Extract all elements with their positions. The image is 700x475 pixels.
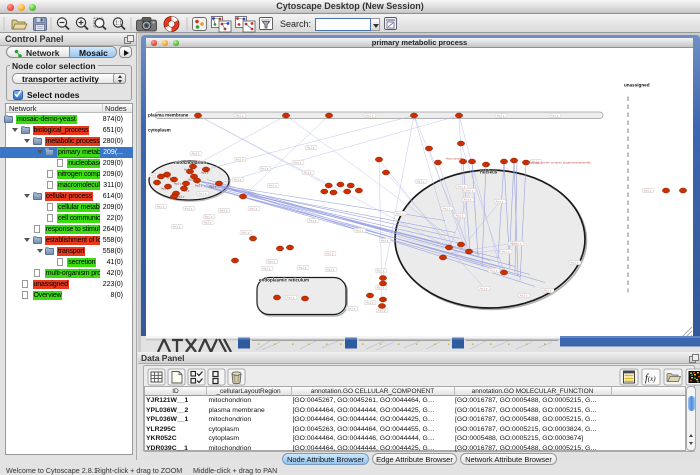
svg-text:Abc1 p: Abc1 p <box>220 209 228 212</box>
svg-text:Abc1 p: Abc1 p <box>496 200 504 203</box>
svg-text:Abc1 p: Abc1 p <box>263 267 271 270</box>
svg-text:Abc1 p: Abc1 p <box>456 214 464 217</box>
svg-text:Abc1 p: Abc1 p <box>268 260 276 263</box>
svg-text:Abc1 p: Abc1 p <box>490 269 498 272</box>
svg-text:Abc1 p: Abc1 p <box>366 301 374 304</box>
svg-text:Abc1 p: Abc1 p <box>466 189 474 192</box>
svg-text:Abc1 p: Abc1 p <box>377 286 385 289</box>
svg-text:Abc1 p: Abc1 p <box>250 207 258 210</box>
svg-text:Abc1 p: Abc1 p <box>417 180 425 183</box>
svg-text:Abc1 p: Abc1 p <box>520 294 528 297</box>
svg-text:Abc1 p: Abc1 p <box>396 212 404 215</box>
svg-text:Abc1 p: Abc1 p <box>157 205 165 208</box>
svg-text:f(x): f(x) <box>645 373 656 384</box>
svg-text:Abc1 p: Abc1 p <box>381 239 389 242</box>
svg-text:Abc1 p: Abc1 p <box>327 268 335 271</box>
svg-text:Abc1 p: Abc1 p <box>377 269 385 272</box>
svg-text:Abc1 p: Abc1 p <box>514 242 522 245</box>
svg-text:Abc1 p: Abc1 p <box>458 185 466 188</box>
svg-text:Abc1 p: Abc1 p <box>309 219 317 222</box>
svg-text:Abc1 p: Abc1 p <box>378 309 386 312</box>
svg-text:Abc1 p: Abc1 p <box>571 261 579 264</box>
svg-text:interact-protein complex bioge: interact-protein complex biogenesis/asse… <box>530 160 591 164</box>
svg-text:Atp2 p: Atp2 p <box>209 185 217 188</box>
svg-text:Abc1 p: Abc1 p <box>644 189 652 192</box>
svg-text:mitochondrion: mitochondrion <box>174 160 206 165</box>
svg-text:Atp2 p: Atp2 p <box>177 195 185 198</box>
svg-text:Abc1 p: Abc1 p <box>261 167 269 170</box>
svg-text:plasma membrane: plasma membrane <box>148 112 189 117</box>
svg-text:Abc1 p: Abc1 p <box>287 296 295 299</box>
svg-text:Abc1 p: Abc1 p <box>173 225 181 228</box>
svg-text:Abc1 p: Abc1 p <box>356 229 364 232</box>
svg-text:Abc1 p: Abc1 p <box>234 178 242 181</box>
svg-text:unassigned: unassigned <box>624 82 650 87</box>
svg-text:nucleus: nucleus <box>480 169 498 174</box>
svg-text:Abc1 p: Abc1 p <box>544 289 552 292</box>
svg-text:Abc1 p: Abc1 p <box>269 184 277 187</box>
svg-text:Abc1 p: Abc1 p <box>192 152 200 155</box>
svg-text:Abc1 p: Abc1 p <box>443 207 451 210</box>
svg-text:Abc1 p: Abc1 p <box>236 114 244 117</box>
svg-text:cytoplasm: cytoplasm <box>148 127 171 132</box>
svg-text:Atp2 p: Atp2 p <box>174 182 182 185</box>
svg-text:Abc1 p: Abc1 p <box>185 207 193 210</box>
svg-text:Abc1 p: Abc1 p <box>299 266 307 269</box>
svg-text:Abc1 p: Abc1 p <box>502 250 510 253</box>
svg-text:Abc1 p: Abc1 p <box>326 252 334 255</box>
svg-text:Abc1 p: Abc1 p <box>551 114 559 117</box>
svg-text:endoplasmic reticulum: endoplasmic reticulum <box>259 277 309 282</box>
svg-text:Atp2 p: Atp2 p <box>195 184 203 187</box>
svg-text:Abc1 p: Abc1 p <box>205 215 213 218</box>
svg-text:Abc1 p: Abc1 p <box>307 146 315 149</box>
svg-text:Abc1 p: Abc1 p <box>348 307 356 310</box>
svg-text:Abc1 p: Abc1 p <box>480 287 488 290</box>
svg-text:1:1: 1:1 <box>115 21 122 27</box>
svg-text:Abc1 p: Abc1 p <box>366 114 374 117</box>
svg-text:Abc1 p: Abc1 p <box>294 161 302 164</box>
svg-text:Abc1 p: Abc1 p <box>464 198 472 201</box>
svg-text:Abc1 p: Abc1 p <box>242 231 250 234</box>
svg-text:Abc1 p: Abc1 p <box>236 158 244 161</box>
svg-text:Abc1 p: Abc1 p <box>304 171 312 174</box>
svg-text:Abc1 p: Abc1 p <box>199 192 207 195</box>
svg-text:Abc1 p: Abc1 p <box>497 114 505 117</box>
svg-text:Abc1 p: Abc1 p <box>204 221 212 224</box>
